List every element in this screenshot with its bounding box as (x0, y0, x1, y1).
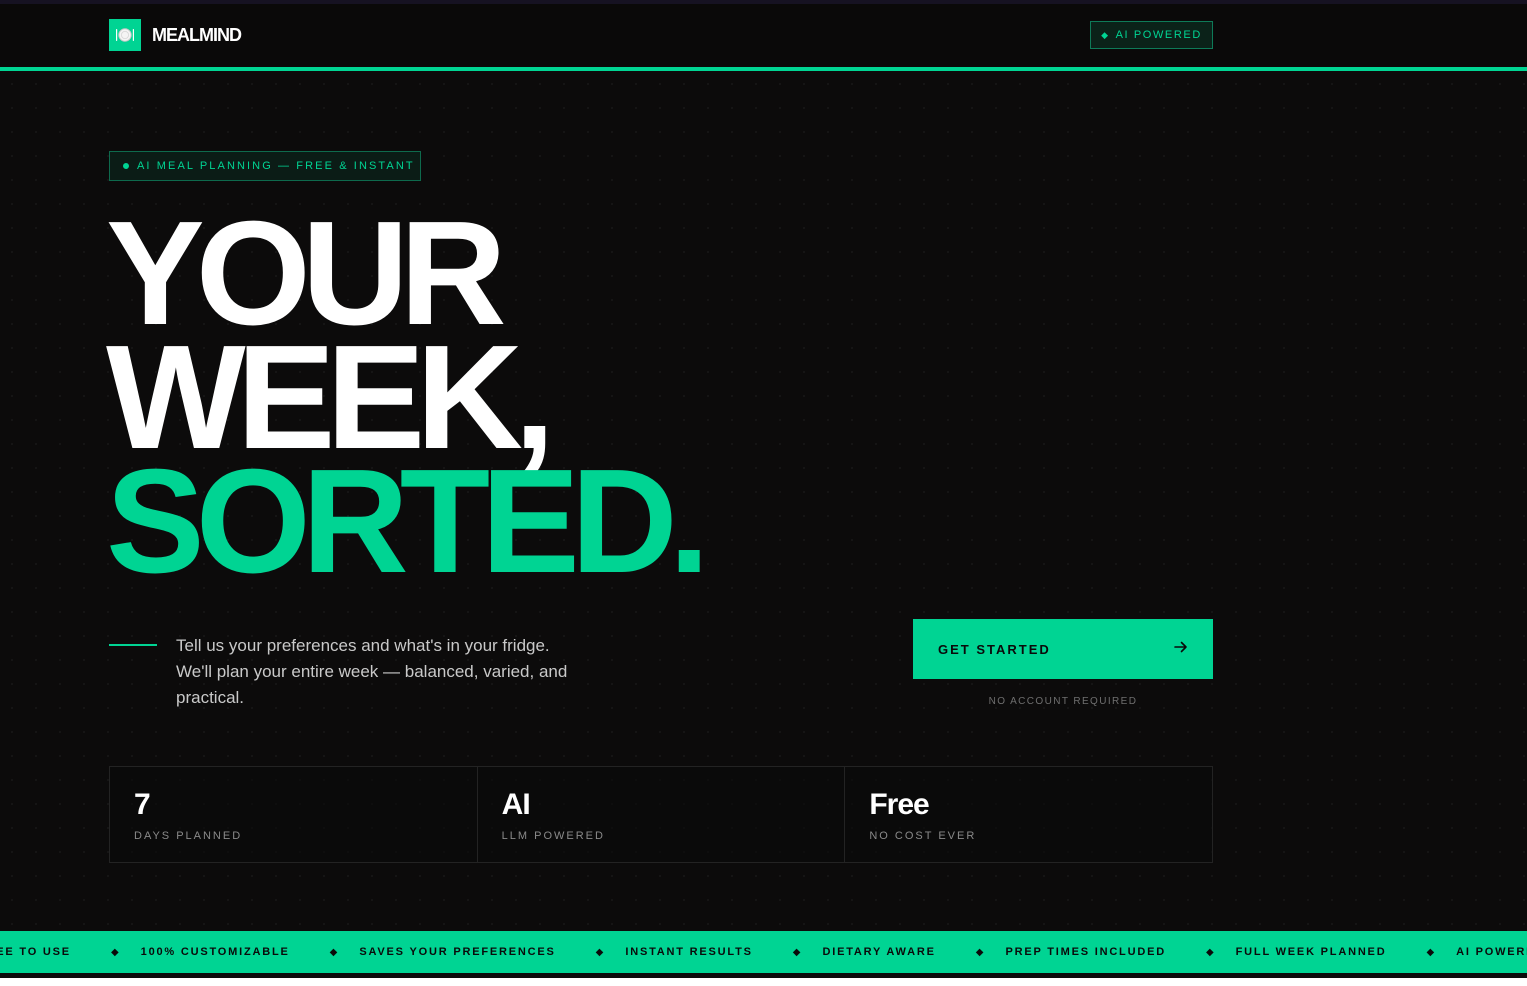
stats-panel: 7 DAYS PLANNED AI LLM POWERED Free NO CO… (109, 766, 1213, 863)
stat-label: LLM POWERED (501, 830, 605, 842)
feature-ticker: FREE TO USE ◆ 100% CUSTOMIZABLE ◆ SAVES … (0, 931, 1527, 973)
stat-cost: Free NO COST EVER (845, 767, 1212, 862)
hero-headline: YOUR WEEK, SORTED. (106, 200, 710, 604)
diamond-icon: ◆ (792, 946, 801, 958)
ticker-item: FREE TO USE (0, 946, 71, 958)
ticker-item: FULL WEEK PLANNED (1235, 946, 1387, 958)
ai-powered-badge: ◆ AI POWERED (1090, 21, 1213, 49)
diamond-icon: ◆ (975, 946, 984, 958)
stat-days: 7 DAYS PLANNED (110, 767, 478, 862)
page-bottom-edge (0, 978, 1527, 986)
ticker-item: PREP TIMES INCLUDED (1005, 946, 1166, 958)
ticker-item: SAVES YOUR PREFERENCES (359, 946, 556, 958)
headline-line-3: SORTED. (106, 439, 710, 604)
ticker-track: FREE TO USE ◆ 100% CUSTOMIZABLE ◆ SAVES … (0, 946, 1527, 958)
dot-icon (123, 163, 129, 169)
cta-note: NO ACCOUNT REQUIRED (988, 696, 1138, 707)
header-divider (0, 67, 1527, 71)
stat-value: AI (501, 788, 531, 821)
diamond-icon: ◆ (1205, 946, 1214, 958)
ticker-item: 100% CUSTOMIZABLE (140, 946, 290, 958)
stat-ai: AI LLM POWERED (478, 767, 846, 862)
site-header: MEALMIND ◆ AI POWERED (0, 4, 1527, 67)
brand-name: MEALMIND (152, 24, 242, 45)
arrow-right-icon (1174, 640, 1188, 658)
diamond-icon: ◆ (1101, 29, 1110, 40)
stat-value: 7 (134, 788, 151, 821)
ticker-item: INSTANT RESULTS (625, 946, 753, 958)
hero-eyebrow-tag: AI MEAL PLANNING — FREE & INSTANT (109, 151, 421, 181)
ai-powered-badge-label: AI POWERED (1115, 29, 1202, 41)
diamond-icon: ◆ (329, 946, 338, 958)
stat-label: NO COST EVER (869, 830, 977, 842)
ticker-item: AI POWERED (1456, 946, 1527, 958)
eyebrow-label: AI MEAL PLANNING — FREE & INSTANT (137, 160, 415, 172)
hero-subcopy: Tell us your preferences and what's in y… (176, 636, 568, 707)
get-started-button[interactable]: GET STARTED (913, 619, 1213, 679)
plate-icon (109, 19, 141, 51)
stat-label: DAYS PLANNED (134, 830, 243, 842)
diamond-icon: ◆ (110, 946, 119, 958)
get-started-label: GET STARTED (938, 641, 1051, 657)
subcopy-accent-rule (109, 644, 157, 646)
stat-value: Free (869, 788, 929, 821)
ticker-item: DIETARY AWARE (822, 946, 936, 958)
diamond-icon: ◆ (1426, 946, 1435, 958)
diamond-icon: ◆ (595, 946, 604, 958)
brand-logo[interactable]: MEALMIND (109, 19, 242, 51)
